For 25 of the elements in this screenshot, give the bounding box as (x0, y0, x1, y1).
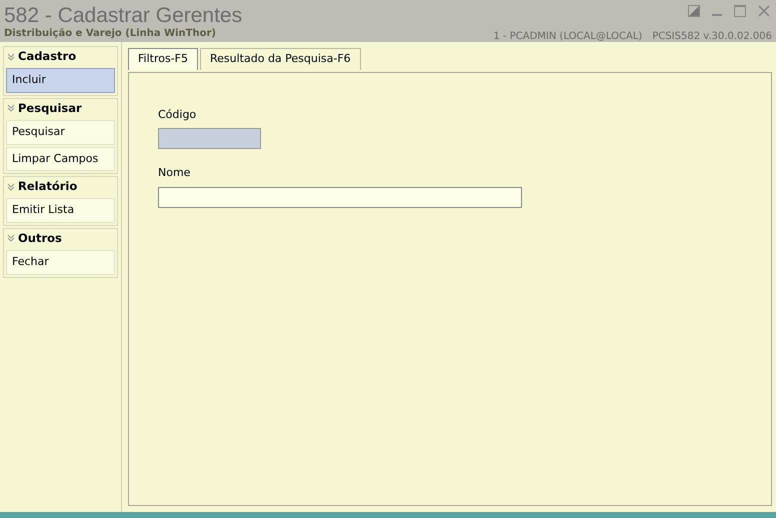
sidebar-item[interactable]: Incluir (6, 68, 115, 93)
collapse-icon[interactable] (7, 52, 15, 61)
collapse-icon[interactable] (7, 104, 15, 112)
sidebar-item[interactable]: Emitir Lista (6, 198, 115, 223)
tab[interactable]: Filtros-F5 (128, 48, 198, 70)
sidebar-item[interactable]: Pesquisar (6, 120, 115, 144)
version-info: PCSIS582 v.30.0.02.006 (652, 31, 772, 42)
restore-icon[interactable] (688, 5, 700, 17)
sidebar-item[interactable]: Fechar (6, 250, 115, 274)
window-subtitle: Distribuição e Varejo (Linha WinThor) (4, 28, 216, 40)
sidebar-item[interactable]: Limpar Campos (6, 146, 115, 171)
tab[interactable]: Resultado da Pesquisa-F6 (200, 48, 361, 70)
collapse-icon[interactable] (7, 234, 15, 242)
window-title: 582 - Cadastrar Gerentes (4, 4, 242, 28)
group-title: Pesquisar (18, 100, 82, 117)
close-icon[interactable] (758, 5, 770, 17)
collapse-icon[interactable] (7, 182, 15, 191)
maximize-icon[interactable] (734, 5, 746, 17)
field-label: Nome (158, 165, 192, 181)
group-title: Outros (18, 230, 62, 247)
group-title: Cadastro (18, 48, 76, 65)
input-field[interactable] (158, 186, 522, 208)
user-info: 1 - PCADMIN (LOCAL@LOCAL) (493, 31, 642, 42)
field-label: Código (158, 106, 198, 122)
group-title: Relatório (18, 178, 78, 195)
